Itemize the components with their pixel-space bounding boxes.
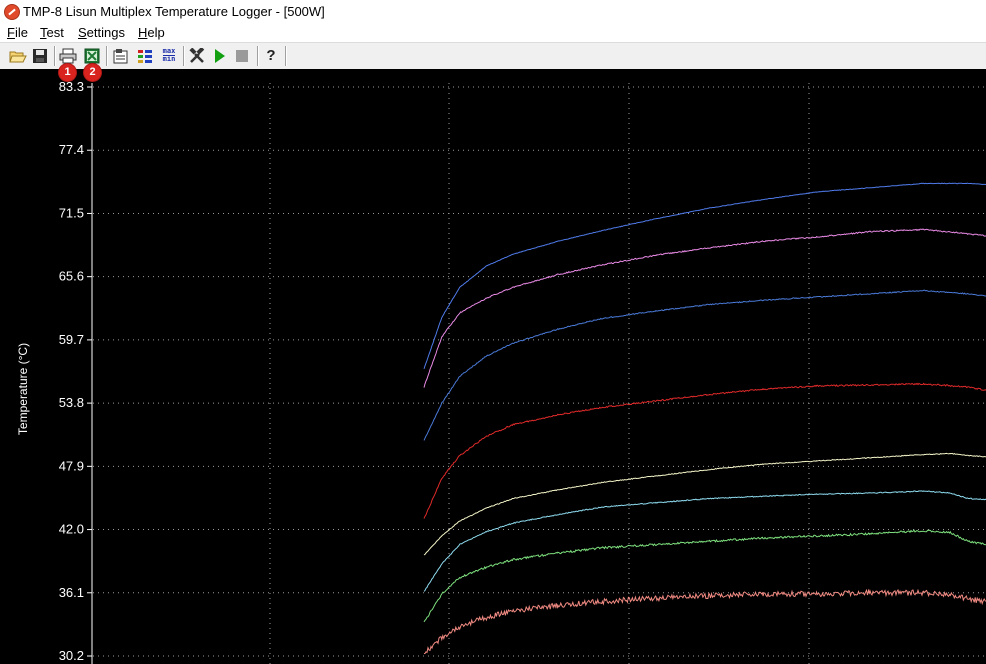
series-line-8 <box>423 588 986 655</box>
series-line-6 <box>423 490 986 592</box>
open-icon[interactable] <box>8 46 28 65</box>
toolbar: max min ? <box>0 42 986 70</box>
series-line-1 <box>423 182 986 370</box>
y-tick-label: 53.8 <box>59 395 84 410</box>
play-icon[interactable] <box>209 46 229 65</box>
chart-plot-area: 30.2 36.1 42.0 47.9 53.8 59.7 65.6 71.5 77.4 83.3… <box>0 69 986 664</box>
menu-bar: File Test Settings Help <box>0 23 986 42</box>
y-tick-label: 65.6 <box>59 269 84 284</box>
properties-icon[interactable] <box>111 46 131 65</box>
menu-settings[interactable]: Settings <box>78 25 125 40</box>
series-line-7 <box>423 529 986 623</box>
series-line-2 <box>423 228 986 388</box>
y-tick-labels: 30.2 36.1 42.0 47.9 53.8 59.7 65.6 71.5 77.4 83.3 <box>59 79 92 663</box>
menu-file[interactable]: File <box>7 25 28 40</box>
y-tick-label: 36.1 <box>59 585 84 600</box>
y-tick-label: 30.2 <box>59 648 84 663</box>
menu-test[interactable]: Test <box>40 25 64 40</box>
menu-help[interactable]: Help <box>138 25 165 40</box>
y-tick-label: 83.3 <box>59 79 84 94</box>
tools-icon[interactable] <box>187 46 207 65</box>
y-axis-label: Temperature (°C) <box>16 343 30 435</box>
export-icon[interactable] <box>82 46 102 65</box>
y-tick-label: 59.7 <box>59 332 84 347</box>
max-min-icon-bottom: min <box>162 55 176 63</box>
y-tick-label: 47.9 <box>59 458 84 473</box>
chart-grid <box>93 83 986 664</box>
save-icon[interactable] <box>30 46 50 65</box>
help-icon[interactable]: ? <box>261 46 281 65</box>
temperature-chart: 30.2 36.1 42.0 47.9 53.8 59.7 65.6 71.5 77.4 83.3… <box>16 79 986 664</box>
stop-icon[interactable] <box>232 46 252 65</box>
y-tick-label: 71.5 <box>59 205 84 220</box>
y-tick-label: 77.4 <box>59 142 84 157</box>
series-line-5 <box>423 452 986 556</box>
title-bar: TMP-8 Lisun Multiplex Temperature Logger… <box>0 0 986 23</box>
badge-two: 2 <box>84 64 101 81</box>
series-line-3 <box>423 289 986 441</box>
series-line-4 <box>423 382 986 519</box>
y-tick-label: 42.0 <box>59 522 84 537</box>
channels-icon[interactable] <box>135 46 155 65</box>
max-min-icon[interactable]: max min <box>159 46 179 65</box>
print-icon[interactable] <box>58 46 78 65</box>
badge-one: 1 <box>59 64 76 81</box>
window-title: TMP-8 Lisun Multiplex Temperature Logger… <box>23 4 325 19</box>
chart-series <box>423 182 986 655</box>
app-icon <box>4 4 20 20</box>
